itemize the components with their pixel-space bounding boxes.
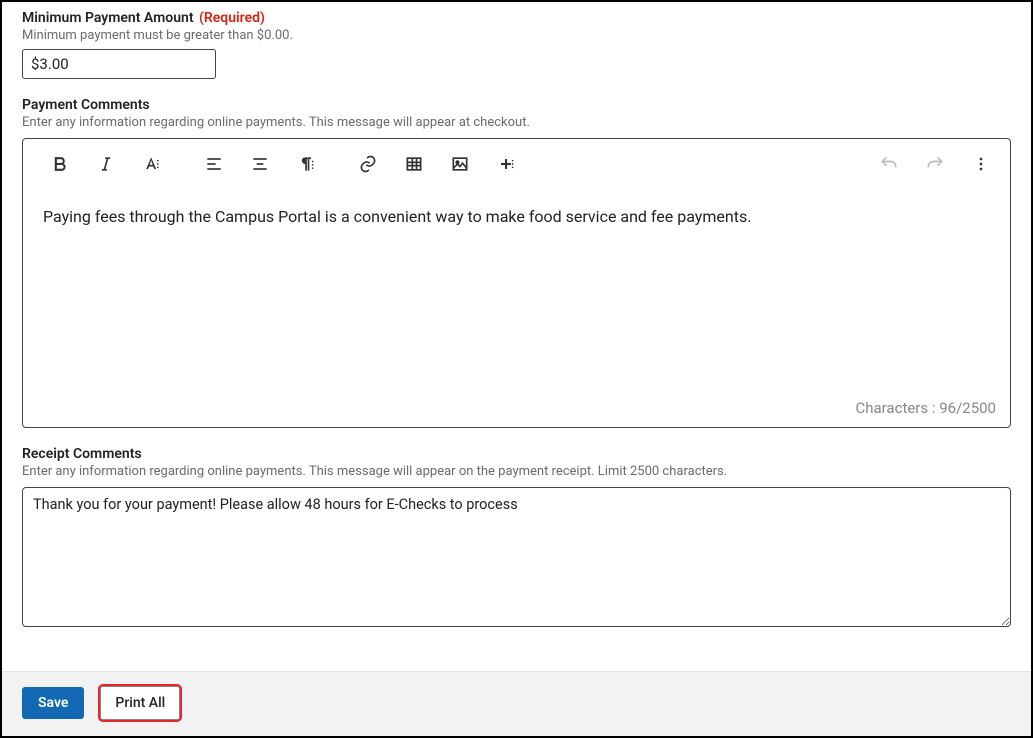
undo-button[interactable] (876, 151, 902, 177)
min-payment-input[interactable] (22, 49, 216, 79)
font-button[interactable] (139, 151, 165, 177)
align-center-button[interactable] (247, 151, 273, 177)
plus-icon (496, 154, 516, 174)
undo-icon (879, 154, 899, 174)
required-tag: (Required) (199, 10, 265, 26)
link-icon (358, 154, 378, 174)
redo-icon (925, 154, 945, 174)
more-vertical-icon (971, 154, 991, 174)
payment-comments-section: Payment Comments Enter any information r… (22, 97, 1011, 428)
save-button[interactable]: Save (22, 687, 84, 719)
bold-button[interactable] (47, 151, 73, 177)
payment-comments-helper: Enter any information regarding online p… (22, 115, 1011, 130)
table-button[interactable] (401, 151, 427, 177)
content-area: Minimum Payment Amount (Required) Minimu… (2, 2, 1031, 671)
image-button[interactable] (447, 151, 473, 177)
table-icon (404, 154, 424, 174)
bold-icon (50, 154, 70, 174)
receipt-comments-textarea[interactable] (22, 487, 1011, 627)
more-button[interactable] (968, 151, 994, 177)
italic-icon (96, 154, 116, 174)
align-left-icon (204, 154, 224, 174)
paragraph-button[interactable] (293, 151, 319, 177)
align-center-icon (250, 154, 270, 174)
receipt-comments-section: Receipt Comments Enter any information r… (22, 446, 1011, 631)
min-payment-section: Minimum Payment Amount (Required) Minimu… (22, 10, 1011, 79)
char-count-label: Characters : (855, 399, 935, 417)
redo-button[interactable] (922, 151, 948, 177)
italic-button[interactable] (93, 151, 119, 177)
min-payment-helper: Minimum payment must be greater than $0.… (22, 28, 1011, 43)
print-all-button[interactable]: Print All (100, 686, 180, 720)
footer-bar: Save Print All (2, 671, 1031, 736)
receipt-comments-label: Receipt Comments (22, 446, 1011, 462)
char-counter: Characters : 96/2500 (23, 399, 1010, 427)
min-payment-label: Minimum Payment Amount (22, 10, 194, 26)
payment-comments-label: Payment Comments (22, 97, 1011, 113)
insert-more-button[interactable] (493, 151, 519, 177)
receipt-comments-helper: Enter any information regarding online p… (22, 464, 1011, 479)
editor-content-area[interactable]: Paying fees through the Campus Portal is… (23, 189, 1010, 399)
font-icon (142, 154, 162, 174)
rich-text-editor: Paying fees through the Campus Portal is… (22, 138, 1011, 428)
image-icon (450, 154, 470, 174)
link-button[interactable] (355, 151, 381, 177)
settings-panel: Minimum Payment Amount (Required) Minimu… (0, 0, 1033, 738)
paragraph-icon (296, 154, 316, 174)
editor-toolbar (23, 139, 1010, 189)
char-count-value: 96/2500 (939, 399, 996, 417)
align-left-button[interactable] (201, 151, 227, 177)
